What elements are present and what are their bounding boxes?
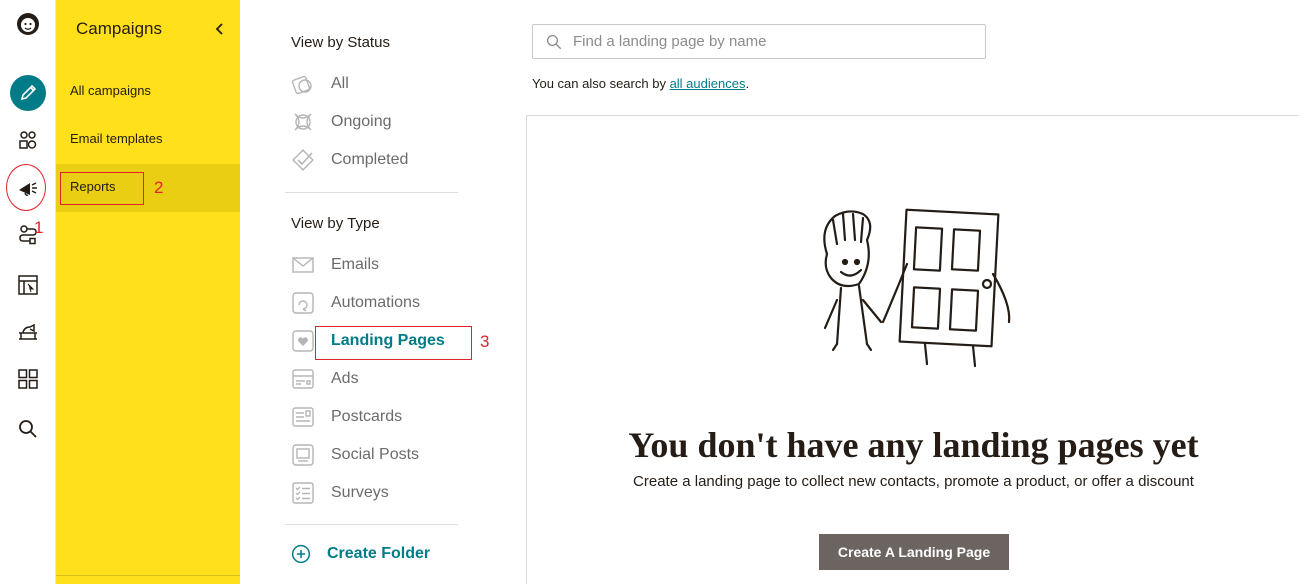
filter-divider bbox=[285, 192, 458, 193]
create-folder-label: Create Folder bbox=[327, 545, 431, 562]
campaigns-panel: Campaigns All campaigns Email templates … bbox=[56, 0, 240, 584]
annotation-number-1: 1 bbox=[34, 218, 44, 237]
rail-integrations-button[interactable] bbox=[8, 359, 48, 399]
campaign-item-email-templates[interactable]: Email templates bbox=[70, 131, 162, 146]
type-filter-surveys-label: Surveys bbox=[331, 484, 389, 501]
type-filter-emails[interactable]: Emails bbox=[291, 253, 379, 277]
type-filter-automations-label: Automations bbox=[331, 294, 420, 311]
type-filter-surveys[interactable]: Surveys bbox=[291, 481, 389, 505]
campaign-item-all-campaigns[interactable]: All campaigns bbox=[70, 83, 151, 98]
create-folder-button[interactable]: Create Folder bbox=[291, 544, 430, 564]
annotation-circle-campaigns bbox=[6, 164, 46, 211]
search-icon bbox=[546, 34, 562, 49]
empty-state-description: Create a landing page to collect new con… bbox=[633, 473, 1194, 490]
landing-page-icon bbox=[292, 330, 314, 352]
content-icon bbox=[19, 323, 37, 340]
social-post-icon bbox=[292, 444, 314, 466]
mailchimp-logo[interactable] bbox=[8, 4, 48, 44]
website-icon bbox=[18, 275, 38, 295]
plus-circle-icon bbox=[291, 544, 311, 564]
status-filter-all[interactable]: All bbox=[291, 72, 349, 96]
mailchimp-logo-icon bbox=[17, 13, 39, 35]
completed-icon bbox=[292, 149, 314, 171]
empty-state-title: You don't have any landing pages yet bbox=[628, 425, 1199, 465]
type-filter-automations[interactable]: Automations bbox=[291, 291, 420, 315]
type-filter-social-posts-label: Social Posts bbox=[331, 446, 420, 463]
search-icon bbox=[19, 420, 37, 438]
campaigns-panel-header: Campaigns bbox=[76, 18, 226, 40]
create-landing-page-button[interactable]: Create A Landing Page bbox=[819, 534, 1009, 570]
empty-state-card: You don't have any landing pages yet Cre… bbox=[526, 115, 1299, 584]
type-filter-postcards-label: Postcards bbox=[331, 408, 403, 425]
type-section-title: View by Type bbox=[291, 215, 380, 232]
chevron-left-icon[interactable] bbox=[214, 23, 226, 35]
status-filter-completed[interactable]: Completed bbox=[291, 148, 408, 172]
type-filter-postcards[interactable]: Postcards bbox=[291, 405, 402, 429]
survey-icon bbox=[292, 482, 314, 504]
type-filter-social-posts[interactable]: Social Posts bbox=[291, 443, 419, 467]
annotation-box-reports bbox=[60, 172, 144, 205]
status-filter-ongoing[interactable]: Ongoing bbox=[291, 110, 392, 134]
status-section-title: View by Status bbox=[291, 34, 390, 51]
rail-audience-button[interactable] bbox=[8, 120, 48, 160]
landing-page-search[interactable] bbox=[532, 24, 986, 59]
campaigns-panel-title: Campaigns bbox=[76, 19, 162, 38]
rail-search-button[interactable] bbox=[8, 409, 48, 449]
filter-divider bbox=[285, 524, 458, 525]
type-filter-emails-label: Emails bbox=[331, 256, 380, 273]
filter-sidebar: View by Status All Ongoing Completed Vie… bbox=[285, 0, 459, 584]
audience-icon bbox=[19, 131, 37, 149]
postcard-icon bbox=[292, 407, 314, 427]
all-audiences-link[interactable]: all audiences bbox=[670, 76, 746, 91]
pencil-icon bbox=[10, 75, 46, 111]
search-hint-prefix: You can also search by bbox=[532, 76, 670, 91]
rail-website-button[interactable] bbox=[8, 265, 48, 305]
grid-icon bbox=[18, 369, 38, 389]
automation-icon bbox=[292, 292, 314, 314]
rail-content-button[interactable] bbox=[8, 312, 48, 352]
status-filter-ongoing-label: Ongoing bbox=[331, 113, 392, 130]
search-hint: You can also search by all audiences. bbox=[532, 76, 749, 91]
status-filter-completed-label: Completed bbox=[331, 151, 409, 168]
search-hint-suffix: . bbox=[745, 76, 750, 91]
all-status-icon bbox=[291, 75, 312, 95]
rail-create-button[interactable] bbox=[8, 73, 48, 113]
icon-rail bbox=[0, 0, 56, 584]
empty-state-illustration bbox=[823, 208, 1011, 368]
annotation-number-2: 2 bbox=[154, 178, 164, 197]
type-filter-ads-label: Ads bbox=[331, 370, 359, 387]
annotation-number-3: 3 bbox=[480, 332, 490, 351]
search-input[interactable] bbox=[573, 33, 973, 50]
annotation-box-landing-pages bbox=[315, 326, 472, 360]
ongoing-icon bbox=[294, 113, 312, 131]
status-filter-all-label: All bbox=[331, 75, 349, 92]
email-icon bbox=[292, 257, 314, 273]
type-filter-ads[interactable]: Ads bbox=[291, 367, 359, 391]
panel-divider bbox=[56, 575, 240, 576]
ads-icon bbox=[292, 369, 314, 389]
